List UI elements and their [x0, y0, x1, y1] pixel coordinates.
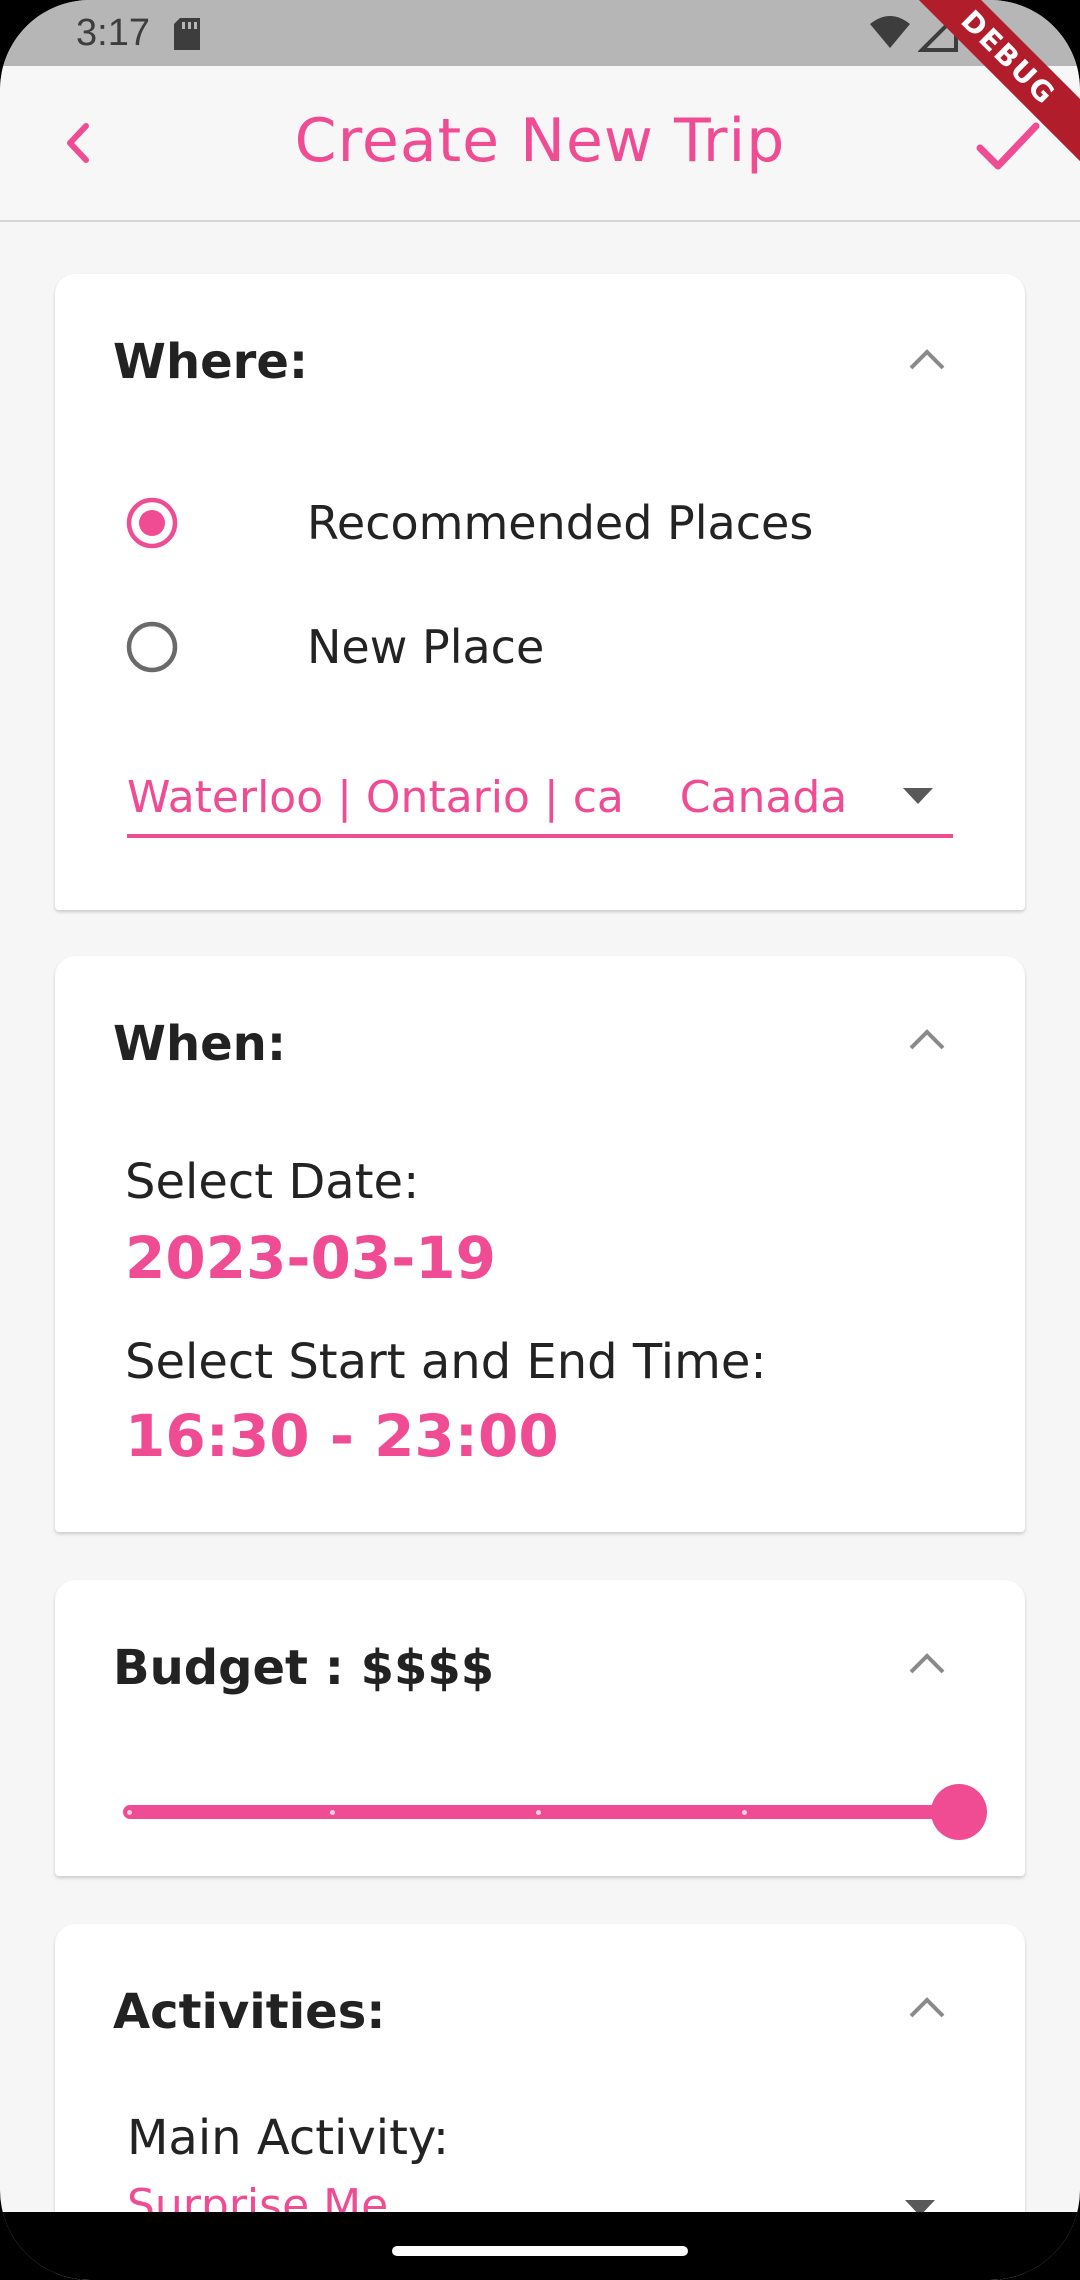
- check-icon[interactable]: [972, 110, 1044, 182]
- radio-selected-icon[interactable]: [125, 496, 179, 550]
- sd-card-icon: [174, 18, 200, 50]
- budget-title: Budget : $$$$: [113, 1640, 495, 1696]
- chevron-up-icon[interactable]: [907, 1996, 947, 2020]
- activities-title: Activities:: [113, 1984, 386, 2040]
- place-dropdown[interactable]: Waterloo | Ontario | ca Canada: [127, 754, 953, 838]
- caret-down-icon: [903, 788, 933, 804]
- radio-label: New Place: [307, 620, 545, 674]
- budget-slider[interactable]: [123, 1782, 1003, 1842]
- budget-card: Budget : $$$$: [55, 1580, 1025, 1876]
- chevron-up-icon[interactable]: [907, 1652, 947, 1676]
- date-value[interactable]: 2023-03-19: [125, 1224, 496, 1292]
- main-activity-label: Main Activity:: [127, 2110, 450, 2166]
- date-label: Select Date:: [125, 1154, 420, 1210]
- navigation-bar: [0, 2212, 1080, 2280]
- when-card: When: Select Date: 2023-03-19 Select Sta…: [55, 956, 1025, 1532]
- slider-tick: [742, 1810, 747, 1815]
- where-title: Where:: [113, 334, 309, 390]
- when-title: When:: [113, 1016, 287, 1072]
- time-value[interactable]: 16:30 - 23:00: [125, 1402, 559, 1470]
- slider-thumb[interactable]: [931, 1784, 987, 1840]
- slider-track: [123, 1805, 959, 1819]
- chevron-up-icon[interactable]: [907, 348, 947, 372]
- app-bar: Create New Trip: [0, 66, 1080, 222]
- place-dropdown-value: Waterloo | Ontario | ca Canada: [127, 772, 848, 823]
- wifi-icon: [870, 16, 910, 48]
- radio-label: Recommended Places: [307, 496, 814, 550]
- time-label: Select Start and End Time:: [125, 1334, 767, 1390]
- radio-new-place[interactable]: New Place: [125, 606, 925, 686]
- home-gesture-handle[interactable]: [392, 2246, 688, 2256]
- slider-tick: [330, 1810, 335, 1815]
- slider-tick: [536, 1810, 541, 1815]
- slider-tick: [127, 1810, 132, 1815]
- where-card: Where: Recommended Places New Place Wate…: [55, 274, 1025, 910]
- status-bar: 3:17: [0, 0, 1080, 66]
- app-screen: 3:17 DEBUG Create New Trip Where: Recomm…: [0, 0, 1080, 2280]
- radio-recommended-places[interactable]: Recommended Places: [125, 482, 925, 562]
- status-time: 3:17: [76, 12, 150, 54]
- radio-unselected-icon[interactable]: [125, 620, 179, 674]
- page-title: Create New Trip: [294, 106, 786, 176]
- chevron-up-icon[interactable]: [907, 1028, 947, 1052]
